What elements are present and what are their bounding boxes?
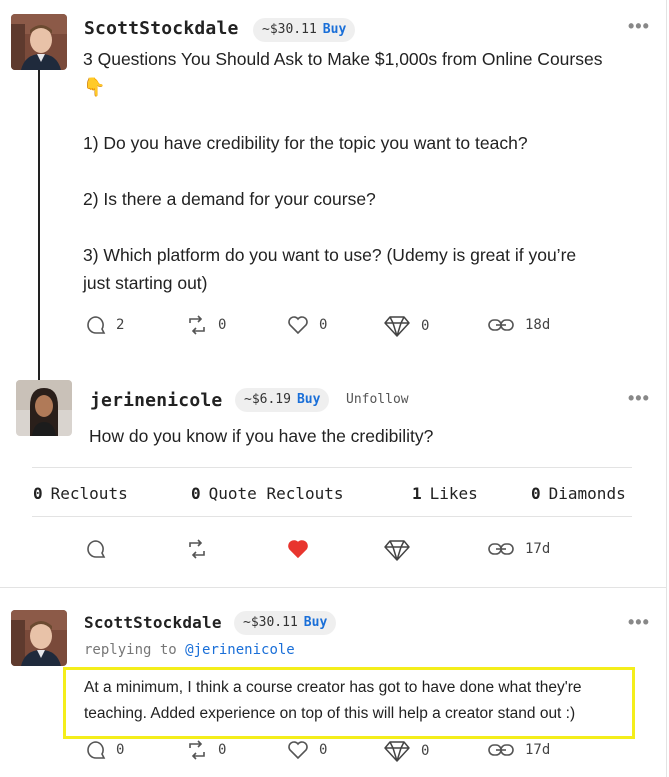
post3-link-button[interactable]: 17d (487, 740, 550, 760)
post3-username[interactable]: ScottStockdale (84, 613, 222, 632)
comment-icon (87, 540, 106, 558)
avatar-scottstockdale-reply[interactable] (11, 610, 67, 666)
heart-icon (288, 316, 308, 335)
post3-age: 17d (525, 742, 551, 758)
avatar-scottstockdale[interactable] (11, 14, 67, 70)
post2-username[interactable]: jerinenicole (90, 390, 222, 411)
diamond-icon (384, 741, 410, 762)
post1-question1: 1) Do you have credibility for the topic… (83, 133, 528, 153)
post3-line1: At a minimum, I think a course creator h… (84, 679, 582, 696)
heart-icon (288, 741, 308, 760)
post3-price: ~$30.11 (243, 615, 298, 630)
pointing-down-emoji: 👇 (83, 77, 106, 97)
post2-more-icon[interactable]: ••• (628, 388, 650, 409)
post3-like-count: 0 (319, 742, 328, 758)
post2-price-pill[interactable]: ~$6.19 Buy (235, 388, 330, 412)
post1-diamond-button[interactable]: 0 (383, 314, 429, 338)
post3-price-pill[interactable]: ~$30.11 Buy (234, 611, 337, 635)
post2-quote-stat[interactable]: 0 Quote Reclouts (191, 484, 344, 503)
replying-prefix: replying to (84, 642, 177, 658)
post1-more-icon[interactable]: ••• (628, 16, 650, 37)
heart-icon (288, 540, 308, 559)
post2-comment-button[interactable] (86, 539, 106, 559)
comment-icon (87, 741, 106, 759)
diamonds-label: Diamonds (548, 484, 626, 503)
thread-line (38, 70, 40, 380)
comment-icon (87, 316, 106, 334)
link-icon (488, 744, 514, 756)
post3-line2: teaching. Added experience on top of thi… (84, 705, 576, 722)
post2-stats-divider-top (32, 467, 632, 468)
likes-label: Likes (429, 484, 478, 503)
post1-line1: 3 Questions You Should Ask to Make $1,00… (83, 49, 603, 69)
post1-reclout-button[interactable]: 0 (186, 315, 226, 335)
post2-price: ~$6.19 (244, 392, 291, 407)
post1-comment-count: 2 (116, 317, 125, 333)
diamond-icon (384, 316, 410, 337)
post1-username[interactable]: ScottStockdale (84, 18, 239, 39)
post3-diamond-count: 0 (421, 743, 430, 759)
post3-reclout-button[interactable]: 0 (186, 740, 226, 760)
post1-reclout-count: 0 (218, 317, 227, 333)
post-separator (0, 587, 667, 588)
post1-like-count: 0 (319, 317, 328, 333)
post2-likes-stat[interactable]: 1 Likes (412, 484, 478, 503)
post2-reclouts-stat[interactable]: 0 Reclouts (33, 484, 128, 503)
post3-diamond-button[interactable]: 0 (383, 739, 429, 763)
link-icon (488, 319, 514, 331)
reclouts-label: Reclouts (50, 484, 128, 503)
replying-to: replying to @jerinenicole (84, 642, 295, 658)
post1-price: ~$30.11 (262, 22, 317, 37)
post1-link-button[interactable]: 18d (487, 315, 550, 335)
post2-diamond-button[interactable] (383, 538, 411, 562)
feed-frame (0, 0, 667, 777)
post1-buy-button[interactable]: Buy (323, 22, 346, 37)
link-icon (488, 543, 514, 555)
unfollow-button[interactable]: Unfollow (346, 392, 409, 407)
diamond-icon (384, 540, 410, 561)
post1-question2: 2) Is there a demand for your course? (83, 189, 376, 209)
post1-age: 18d (525, 317, 551, 333)
likes-count: 1 (412, 484, 422, 503)
post2-body: How do you know if you have the credibil… (89, 426, 434, 446)
post1-price-pill[interactable]: ~$30.11 Buy (253, 18, 356, 42)
post1-comment-button[interactable]: 2 (86, 315, 124, 335)
post1-question3-line1: 3) Which platform do you want to use? (U… (83, 245, 577, 265)
post3-buy-button[interactable]: Buy (304, 615, 327, 630)
post2-buy-button[interactable]: Buy (297, 392, 320, 407)
post1-question3-line2: just starting out) (83, 273, 208, 293)
post3-like-button[interactable]: 0 (287, 740, 327, 760)
post2-diamonds-stat[interactable]: 0 Diamonds (531, 484, 626, 503)
post3-comment-count: 0 (116, 742, 125, 758)
post2-reclout-button[interactable] (186, 539, 208, 559)
post3-more-icon[interactable]: ••• (628, 612, 650, 633)
reclout-icon (189, 539, 205, 559)
post1-diamond-count: 0 (421, 318, 430, 334)
post2-stats-divider-bottom (32, 516, 632, 517)
post1-like-button[interactable]: 0 (287, 315, 327, 335)
diamonds-count: 0 (531, 484, 541, 503)
replying-handle-link[interactable]: @jerinenicole (185, 642, 295, 658)
post2-age: 17d (525, 541, 551, 557)
reclout-icon (189, 315, 205, 335)
post3-comment-button[interactable]: 0 (86, 740, 124, 760)
post3-reclout-count: 0 (218, 742, 227, 758)
reclouts-count: 0 (33, 484, 43, 503)
post2-like-button[interactable] (287, 539, 309, 559)
quote-label: Quote Reclouts (208, 484, 344, 503)
reclout-icon (189, 740, 205, 760)
post2-link-button[interactable]: 17d (487, 539, 550, 559)
avatar-jerinenicole[interactable] (16, 380, 72, 436)
quote-count: 0 (191, 484, 201, 503)
